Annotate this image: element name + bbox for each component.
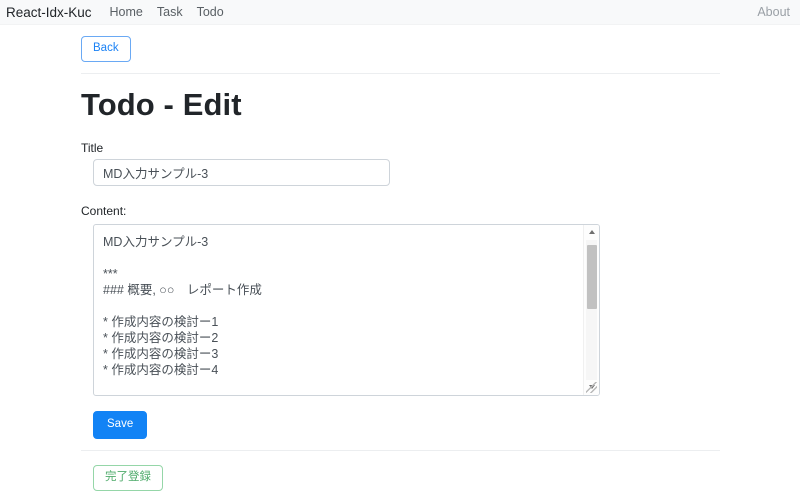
nav-link-todo[interactable]: Todo [197,5,224,19]
complete-button-row: 完了登録 [81,464,720,491]
divider-middle [81,449,720,451]
nav-link-about[interactable]: About [757,5,790,19]
content-container: Back Todo - Edit Title Content: MD入力サンプル… [0,25,800,501]
content-field-label: Content: [81,203,127,218]
nav-link-task[interactable]: Task [157,5,183,19]
navbar-brand[interactable]: React-Idx-Kuc [6,5,92,20]
textarea-resize-handle[interactable] [586,381,597,393]
content-textarea[interactable]: MD入力サンプル-3 *** ### 概要, ○○ レポート作成 * 作成内容の… [93,223,600,396]
navbar-links: Home Task Todo [110,5,224,19]
divider-top [81,72,720,74]
page-body: Back Todo - Edit Title Content: MD入力サンプル… [0,25,800,501]
nav-link-home[interactable]: Home [110,5,143,19]
content-textarea-value: MD入力サンプル-3 *** ### 概要, ○○ レポート作成 * 作成内容の… [103,234,262,377]
back-button-row: Back [81,25,720,62]
title-input[interactable] [93,158,390,186]
navbar: React-Idx-Kuc Home Task Todo About [0,0,800,25]
navbar-right: About [757,5,790,19]
complete-register-button[interactable]: 完了登録 [93,464,163,491]
content-textarea-wrap: MD入力サンプル-3 *** ### 概要, ○○ レポート作成 * 作成内容の… [81,223,720,396]
save-button-row: Save [81,410,720,439]
textarea-scrollbar[interactable] [583,224,599,395]
page-title: Todo - Edit [81,86,242,122]
title-input-wrap [81,158,720,186]
title-field-label: Title [81,140,104,155]
scroll-up-arrow-icon[interactable] [584,225,599,240]
back-button[interactable]: Back [81,36,131,62]
save-button[interactable]: Save [93,410,148,439]
scrollbar-thumb[interactable] [587,244,597,309]
